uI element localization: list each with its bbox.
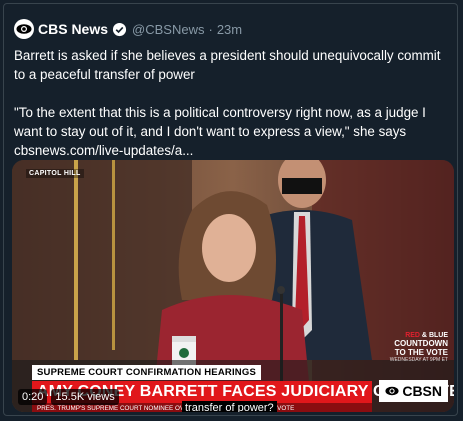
location-tag: CAPITOL HILL	[26, 169, 84, 178]
video-timestamp: 0:20	[18, 389, 48, 405]
countdown-line2: TO THE VOTE	[394, 348, 448, 357]
tweet-text-line1: Barrett is asked if she believes a presi…	[14, 48, 441, 82]
network-logo-text: CBSN	[402, 383, 442, 399]
red-label: RED	[405, 332, 420, 339]
separator-dot: ·	[208, 21, 213, 37]
video-caption: transfer of power?	[182, 401, 277, 412]
tweet-body: Barrett is asked if she believes a presi…	[14, 46, 452, 160]
amp-label: &	[419, 332, 429, 339]
tweet-timestamp[interactable]: 23m	[217, 22, 242, 37]
tweet-header: CBS News @CBSNews · 23m	[14, 16, 242, 42]
video-player[interactable]: CAPITOL HILL RED & BLUE COUNTDOWN TO THE…	[12, 160, 454, 412]
author-handle[interactable]: @CBSNews	[132, 22, 204, 37]
cbs-eye-avatar-icon[interactable]	[14, 19, 34, 39]
countdown-line1: COUNTDOWN	[394, 339, 448, 348]
network-logo: CBSN	[379, 380, 448, 402]
lower-third-top: SUPREME COURT CONFIRMATION HEARINGS	[32, 365, 261, 380]
tweet-card[interactable]: CBS News @CBSNews · 23m Barrett is asked…	[3, 3, 458, 416]
blue-label: BLUE	[428, 332, 448, 339]
tweet-quote: "To the extent that this is a political …	[14, 105, 426, 139]
verified-badge-icon	[112, 22, 127, 36]
video-controls: 0:20 15.5K views	[18, 389, 119, 405]
countdown-badge: RED & BLUE COUNTDOWN TO THE VOTE WEDNESD…	[382, 332, 448, 384]
cbs-eye-icon	[385, 386, 399, 396]
tweet-link[interactable]: cbsnews.com/live-updates/a...	[14, 141, 452, 160]
author-name[interactable]: CBS News	[38, 21, 108, 37]
countdown-sub: WEDNESDAY AT 9PM ET	[389, 357, 448, 363]
view-count: 15.5K views	[51, 389, 119, 405]
